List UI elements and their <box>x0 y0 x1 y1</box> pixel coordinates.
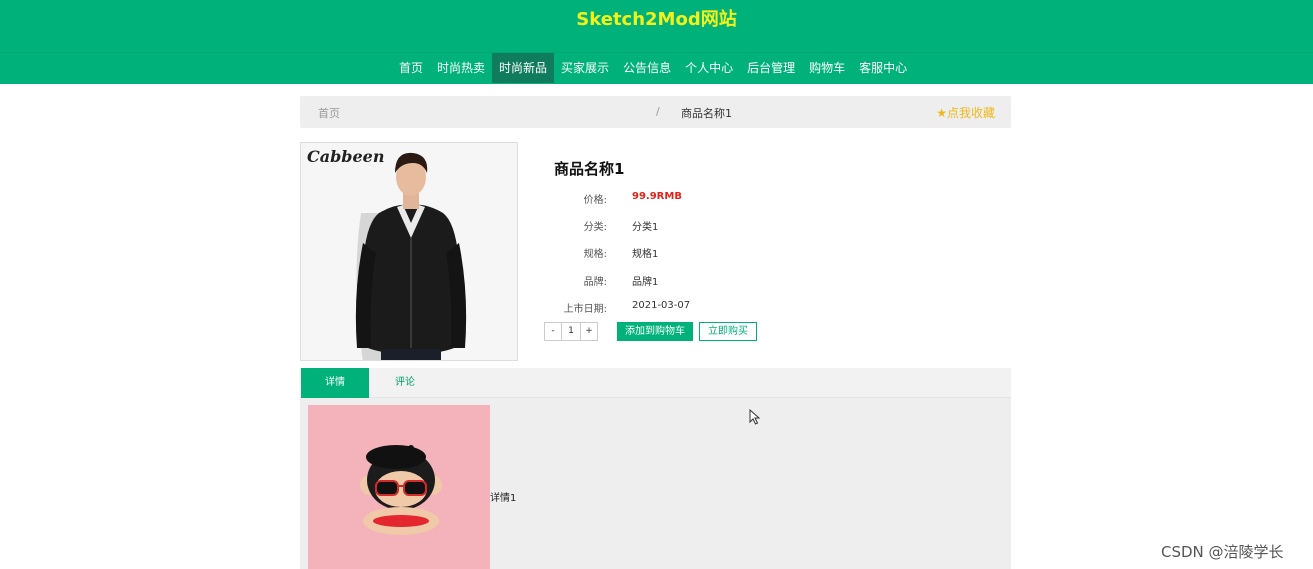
category-value: 分类1 <box>632 222 659 233</box>
nav-item-customer-service[interactable]: 客服中心 <box>852 53 914 83</box>
breadcrumb-current: 商品名称1 <box>681 107 732 120</box>
nav-item-home[interactable]: 首页 <box>392 53 430 83</box>
site-header: Sketch2Mod网站 首页 时尚热卖 时尚新品 买家展示 公告信息 个人中心… <box>0 0 1313 84</box>
nav-items: 首页 时尚热卖 时尚新品 买家展示 公告信息 个人中心 后台管理 购物车 客服中… <box>392 53 914 84</box>
detail-tabs: 详情 评论 <box>300 368 1011 398</box>
spec-label: 规格: <box>583 249 607 260</box>
quantity-input[interactable]: 1 <box>562 322 580 341</box>
nav-item-admin[interactable]: 后台管理 <box>740 53 802 83</box>
spec-value: 规格1 <box>632 249 659 260</box>
release-date-value: 2021-03-07 <box>632 300 691 311</box>
breadcrumb-home-link[interactable]: 首页 <box>318 105 340 121</box>
buy-now-button[interactable]: 立即购买 <box>699 322 757 341</box>
release-date-label: 上市日期: <box>563 304 607 315</box>
nav-item-cart[interactable]: 购物车 <box>802 53 852 83</box>
nav-item-profile[interactable]: 个人中心 <box>678 53 740 83</box>
category-row: 分类: 分类1 <box>540 218 840 236</box>
nav-item-hot-sale[interactable]: 时尚热卖 <box>430 53 492 83</box>
main-nav: 首页 时尚热卖 时尚新品 买家展示 公告信息 个人中心 后台管理 购物车 客服中… <box>0 52 1313 84</box>
favorite-label: 点我收藏 <box>946 106 995 120</box>
detail-text: 详情1 <box>490 493 517 504</box>
price-row: 价格: 99.9RMB <box>540 191 840 209</box>
brand-value: 品牌1 <box>632 277 659 288</box>
quantity-minus-button[interactable]: - <box>544 322 562 341</box>
brand-row: 品牌: 品牌1 <box>540 273 840 291</box>
price-value: 99.9RMB <box>632 191 682 202</box>
brand-label: 品牌: <box>583 277 607 288</box>
quantity-plus-button[interactable]: + <box>580 322 598 341</box>
nav-item-buyer-show[interactable]: 买家展示 <box>554 53 616 83</box>
quantity-stepper: - 1 + <box>544 322 598 341</box>
breadcrumb: 首页 / 商品名称1 ★点我收藏 <box>300 96 1011 128</box>
price-label: 价格: <box>583 195 607 206</box>
star-icon: ★ <box>936 106 947 120</box>
brand-logo: Cabbeen <box>307 147 385 166</box>
product-photo <box>301 143 517 360</box>
release-date-row: 上市日期: 2021-03-07 <box>540 300 840 318</box>
tab-details[interactable]: 详情 <box>301 368 369 398</box>
monkey-illustration <box>308 405 490 569</box>
category-label: 分类: <box>583 222 607 233</box>
favorite-button[interactable]: ★点我收藏 <box>936 104 995 121</box>
tab-comments[interactable]: 评论 <box>370 368 440 398</box>
nav-item-new-arrivals[interactable]: 时尚新品 <box>492 53 555 83</box>
site-title: Sketch2Mod网站 <box>576 9 737 30</box>
spec-row: 规格: 规格1 <box>540 245 840 263</box>
nav-item-announcements[interactable]: 公告信息 <box>616 53 678 83</box>
breadcrumb-separator: / <box>656 105 660 118</box>
add-to-cart-button[interactable]: 添加到购物车 <box>617 322 693 341</box>
watermark: CSDN @涪陵学长 <box>1161 543 1284 561</box>
detail-image <box>308 405 490 569</box>
mouse-cursor-icon <box>749 409 761 425</box>
product-image: Cabbeen <box>300 142 518 361</box>
product-name: 商品名称1 <box>554 160 625 178</box>
